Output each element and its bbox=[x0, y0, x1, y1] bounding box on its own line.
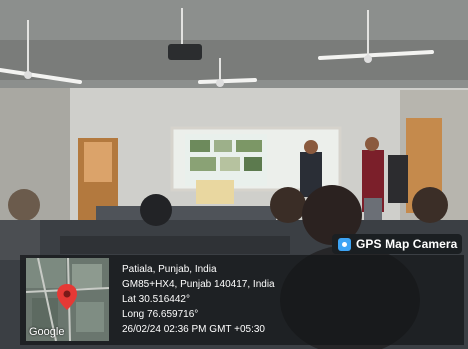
map-marker-icon bbox=[338, 237, 351, 251]
datetime-value: 26/02/24 02:36 PM GMT +05:30 bbox=[122, 324, 265, 335]
location-title: Patiala, Punjab, India bbox=[122, 264, 217, 275]
latitude-value: Lat 30.516442° bbox=[122, 294, 190, 305]
google-logo: Google bbox=[29, 326, 65, 338]
longitude-value: Long 76.659716° bbox=[122, 309, 199, 320]
location-info: Patiala, Punjab, India GM85+HX4, Punjab … bbox=[122, 262, 275, 337]
address-line: GM85+HX4, Punjab 140417, India bbox=[122, 279, 275, 290]
gps-camera-badge: GPS Map Camera bbox=[332, 234, 462, 254]
map-thumbnail: Google bbox=[26, 258, 109, 341]
app-name: GPS Map Camera bbox=[356, 237, 458, 251]
photo-frame: GPS Map Camera Google Patiala, Punjab, I… bbox=[0, 0, 468, 349]
